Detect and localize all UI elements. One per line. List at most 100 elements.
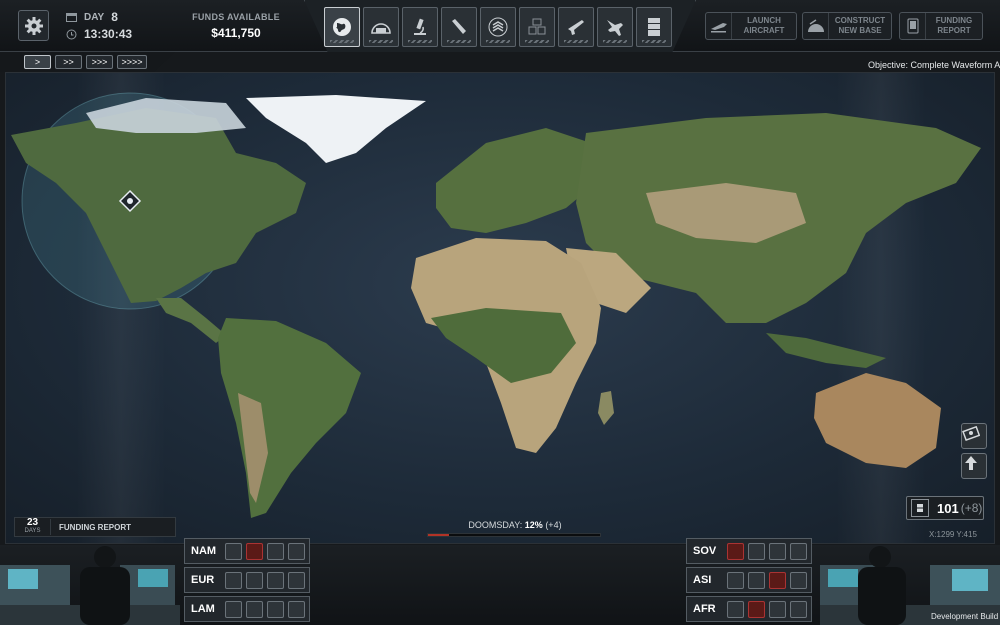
satellite-slot-icon[interactable] — [267, 571, 284, 589]
satellite-slot-icon[interactable] — [790, 600, 807, 618]
day-value: 8 — [111, 10, 118, 24]
nav-base-button[interactable] — [363, 7, 399, 47]
central-america — [156, 298, 226, 343]
region-code: AFR — [693, 603, 716, 615]
funding-report-label: FUNDING REPORT — [935, 16, 973, 35]
construct-icon — [807, 19, 824, 32]
satellite-slot-icon[interactable] — [246, 542, 263, 560]
satellite-slot-icon[interactable] — [790, 542, 807, 560]
satellite-slot-icon[interactable] — [267, 600, 284, 618]
region-panel-asi[interactable]: ASI — [686, 567, 812, 593]
construct-base-label: CONSTRUCT NEW BASE — [834, 16, 886, 35]
speed-2-button[interactable]: >> — [55, 55, 82, 69]
funding-days-unit: DAYS — [24, 528, 41, 534]
region-panel-lam[interactable]: LAM — [184, 596, 310, 622]
scan-button[interactable] — [961, 423, 987, 449]
day-counter: DAY 8 — [66, 10, 118, 24]
funding-countdown[interactable]: 23 DAYS FUNDING REPORT — [14, 517, 176, 537]
satellite-slot-icon[interactable] — [769, 571, 786, 589]
globe-icon — [333, 18, 351, 36]
wrench-icon — [452, 19, 466, 34]
jet-icon — [607, 20, 623, 36]
satellite-slot-icon[interactable] — [748, 600, 765, 618]
funds-display: FUNDS AVAILABLE $411,750 — [190, 12, 282, 40]
objective-text: Objective: Complete Waveform Ar — [868, 60, 1000, 70]
funds-value: $411,750 — [211, 26, 261, 40]
satellite-slot-icon[interactable] — [267, 542, 284, 560]
world-map[interactable] — [5, 72, 995, 544]
region-code: LAM — [191, 603, 215, 615]
settings-button[interactable] — [18, 10, 49, 41]
satellite-slot-icon[interactable] — [225, 571, 242, 589]
gear-icon — [24, 16, 43, 35]
region-code: EUR — [191, 574, 215, 586]
region-code: SOV — [693, 545, 717, 557]
satellite-slot-icon[interactable] — [769, 600, 786, 618]
nav-archives-button[interactable] — [636, 7, 672, 47]
geoscape-screen: DAY 8 13:30:43 FUNDS AVAILABLE $411,750 — [0, 0, 1000, 625]
australia — [814, 373, 941, 468]
facility-grid-icon — [528, 18, 546, 35]
cabinet-icon — [648, 18, 660, 36]
doomsday-progress-fill — [428, 534, 449, 536]
satellite-slot-icon[interactable] — [288, 571, 305, 589]
jet-takeoff-icon — [710, 23, 727, 33]
day-label: DAY — [84, 11, 105, 23]
funding-report-button[interactable]: FUNDING REPORT — [899, 12, 983, 40]
satellite-slot-icon[interactable] — [790, 571, 807, 589]
region-panel-nam[interactable]: NAM — [184, 538, 310, 564]
cash-icon — [962, 425, 980, 442]
doomsday-progress — [427, 533, 601, 537]
region-code: ASI — [693, 574, 712, 586]
funding-days: 23 — [26, 517, 39, 528]
launch-aircraft-button[interactable]: LAUNCH AIRCRAFT — [705, 12, 797, 40]
speed-1-button[interactable]: > — [24, 55, 51, 69]
satellite-slot-icon[interactable] — [225, 542, 242, 560]
satellite-slot-icon[interactable] — [748, 571, 765, 589]
nav-engineering-button[interactable] — [441, 7, 477, 47]
satellite-slot-icon[interactable] — [769, 542, 786, 560]
microscope-icon — [414, 18, 426, 35]
satellite-button[interactable] — [961, 453, 987, 479]
satellite-slot-icon[interactable] — [288, 542, 305, 560]
satellite-slot-icon[interactable] — [727, 600, 744, 618]
nav-facilities-button[interactable] — [519, 7, 555, 47]
satellite-slot-icon[interactable] — [748, 542, 765, 560]
doomsday-delta: (+4) — [545, 520, 562, 530]
science-value: 101 — [937, 500, 959, 516]
satellite-slot-icon[interactable] — [225, 600, 242, 618]
nav-geoscape-button[interactable] — [324, 7, 360, 47]
satellite-slot-icon[interactable] — [246, 571, 263, 589]
doomsday-label: DOOMSDAY: — [468, 520, 523, 530]
continents — [11, 92, 981, 518]
tablet-icon — [907, 18, 918, 34]
cursor-coordinates: X:1299 Y:415 — [929, 530, 977, 539]
nav-research-button[interactable] — [402, 7, 438, 47]
nav-hangar-button[interactable] — [597, 7, 633, 47]
satellite-slot-icon[interactable] — [246, 600, 263, 618]
satellite-slot-icon[interactable] — [727, 571, 744, 589]
nav-weapons-button[interactable] — [558, 7, 594, 47]
science-delta: (+8) — [960, 501, 983, 515]
satellite-uplink-icon — [965, 456, 977, 470]
nav-barracks-button[interactable] — [480, 7, 516, 47]
operator-left — [0, 546, 180, 625]
region-panel-afr[interactable]: AFR — [686, 596, 812, 622]
satellite-slot-icon[interactable] — [288, 600, 305, 618]
speed-3-button[interactable]: >>> — [86, 55, 113, 69]
science-counter: 101 (+8) — [906, 496, 984, 520]
region-panel-sov[interactable]: SOV — [686, 538, 812, 564]
bottom-bar — [0, 545, 1000, 625]
doomsday-value: 12% — [524, 520, 543, 530]
construct-base-button[interactable]: CONSTRUCT NEW BASE — [802, 12, 892, 40]
time-value: 13:30:43 — [84, 27, 133, 41]
speed-4-button[interactable]: >>>> — [117, 55, 147, 69]
region-panel-eur[interactable]: EUR — [184, 567, 310, 593]
greenland — [246, 95, 426, 163]
funding-label: FUNDING REPORT — [59, 522, 131, 532]
south-america — [218, 318, 361, 518]
satellite-slot-icon[interactable] — [727, 542, 744, 560]
main-nav — [324, 7, 672, 47]
calendar-icon — [66, 13, 77, 22]
clock-icon — [66, 29, 77, 39]
